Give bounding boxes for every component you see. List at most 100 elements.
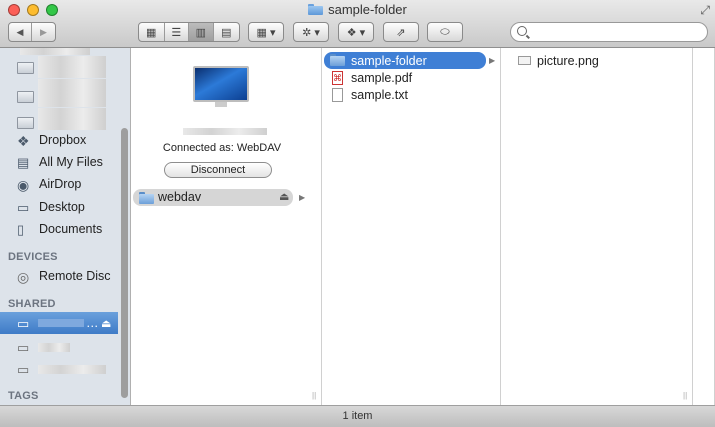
cover-flow-button[interactable]: ▤ [214,23,239,41]
list-item-picture-png[interactable]: picture.png [503,52,673,69]
back-icon: ◀ [16,26,24,37]
sidebar-item-blurred-1[interactable] [0,56,118,78]
column-resize-handle[interactable]: || [312,391,316,400]
dropbox-icon: ❖ ▾ [346,26,366,39]
tags-button[interactable]: ⬭ [427,22,463,42]
back-forward-control: ◀ ▶ [8,22,56,42]
arrange-icon: ▦ ▾ [256,26,276,39]
column-view-button[interactable]: ▥ [189,23,214,41]
forward-icon: ▶ [40,26,47,37]
title-bar: sample-folder ⤢ ◀ ▶ ▦ ☰ ▥ ▤ ▦ ▾ ✲ ▾ ❖ ▾ … [0,0,715,48]
icon-view-button[interactable]: ▦ [139,23,165,41]
sidebar-item-all-my-files[interactable]: ▤ All My Files [0,151,118,173]
sidebar-item-label: Dropbox [39,133,87,147]
disconnect-button[interactable]: Disconnect [164,162,272,178]
server-column: Connected as: WebDAV Disconnect webdav ⏏… [131,48,322,405]
sidebar-item-label: Remote Disc [39,269,111,283]
empty-column [693,48,715,405]
action-button[interactable]: ✲ ▾ [293,22,329,42]
subfolder-column: picture.png || [501,48,693,405]
sidebar-item-desktop[interactable]: ▭ Desktop [0,196,118,218]
list-view-icon: ☰ [171,26,182,39]
disc-icon: ◎ [17,268,30,285]
share-button[interactable]: ⇗ [383,22,419,42]
search-input[interactable] [531,25,705,41]
sidebar-item-airdrop[interactable]: ◉ AirDrop [0,173,118,195]
sidebar-item-shared-selected[interactable]: ▭ … ⏏ [0,312,118,334]
shared-header: SHARED [8,298,56,310]
tags-header: TAGS [8,390,39,402]
connected-as-text: Connected as: WebDAV [162,142,282,154]
pdf-file-icon [332,70,343,85]
sidebar-item-remote-disc[interactable]: ◎ Remote Disc [0,265,118,287]
fullscreen-icon[interactable]: ⤢ [700,3,710,18]
text-file-icon [332,87,343,102]
share-icon: ⇗ [396,26,406,39]
folder-icon [17,62,34,74]
blurred-server-name [183,128,267,135]
volume-label: webdav [158,190,202,204]
folder-icon [308,4,324,15]
sidebar-item-label: Desktop [39,200,85,214]
sidebar-item-dropbox[interactable]: ❖ Dropbox [0,129,118,151]
list-item-sample-pdf[interactable]: sample.pdf [324,69,486,86]
forward-button[interactable]: ▶ [32,23,55,41]
list-item-sample-txt[interactable]: sample.txt [324,86,486,103]
folder-icon [330,54,345,67]
dropbox-menu-button[interactable]: ❖ ▾ [338,22,374,42]
blurred-label [38,108,106,130]
folder-icon [17,117,34,129]
back-button[interactable]: ◀ [9,23,33,41]
blurred-label [38,365,106,374]
search-icon [517,26,527,36]
sidebar-item-label: … [86,316,99,330]
sidebar-scrollbar[interactable] [121,128,128,398]
documents-icon: ▯ [17,221,25,237]
sidebar-item-shared-2[interactable]: ▭ [0,336,118,358]
list-view-button[interactable]: ☰ [165,23,190,41]
item-label: sample.pdf [351,70,413,85]
monitor-icon: ▭ [17,315,30,331]
folder-icon [17,91,34,103]
disclosure-arrow-icon: ▶ [299,193,306,202]
cover-flow-icon: ▤ [221,26,232,39]
laptop-icon: ▭ [17,339,30,355]
item-label: sample.txt [351,87,408,102]
devices-header: DEVICES [8,251,58,263]
sidebar-item-documents[interactable]: ▯ Documents [0,218,118,240]
list-item-sample-folder[interactable]: sample-folder [324,52,486,69]
gear-icon: ✲ ▾ [302,26,320,39]
airdrop-icon: ◉ [17,176,30,193]
image-file-icon [518,56,531,65]
volume-row[interactable]: webdav ⏏ [133,189,293,206]
column-view-icon: ▥ [195,26,206,39]
eject-icon[interactable]: ⏏ [101,317,111,330]
view-mode-control: ▦ ☰ ▥ ▤ [138,22,240,42]
item-label: picture.png [537,53,599,68]
blurred-item [20,48,90,55]
server-icon [193,66,249,107]
item-label: sample-folder [351,53,427,68]
tag-icon: ⬭ [440,25,450,38]
eject-icon[interactable]: ⏏ [279,190,289,203]
arrange-button[interactable]: ▦ ▾ [248,22,284,42]
dropbox-icon: ❖ [17,132,30,149]
laptop-icon: ▭ [17,361,30,377]
sidebar-item-shared-3[interactable]: ▭ [0,358,118,380]
column-resize-handle[interactable]: || [683,391,687,400]
sidebar-item-label: All My Files [39,155,103,169]
server-folder-icon [139,192,154,204]
item-count: 1 item [342,410,373,422]
folder-column: sample-folder ▶ sample.pdf sample.txt || [322,48,501,405]
status-bar: 1 item [0,405,715,427]
all-files-icon: ▤ [17,154,30,170]
sidebar: ❖ Dropbox ▤ All My Files ◉ AirDrop ▭ Des… [0,48,131,405]
sidebar-item-blurred-2[interactable] [0,79,118,107]
window-title-text: sample-folder [328,2,407,17]
desktop-icon: ▭ [17,199,30,215]
search-field[interactable] [510,22,708,42]
icon-view-icon: ▦ [146,26,157,39]
disclosure-arrow-icon: ▶ [489,56,496,65]
blurred-label [38,56,106,78]
blurred-label [38,343,70,352]
